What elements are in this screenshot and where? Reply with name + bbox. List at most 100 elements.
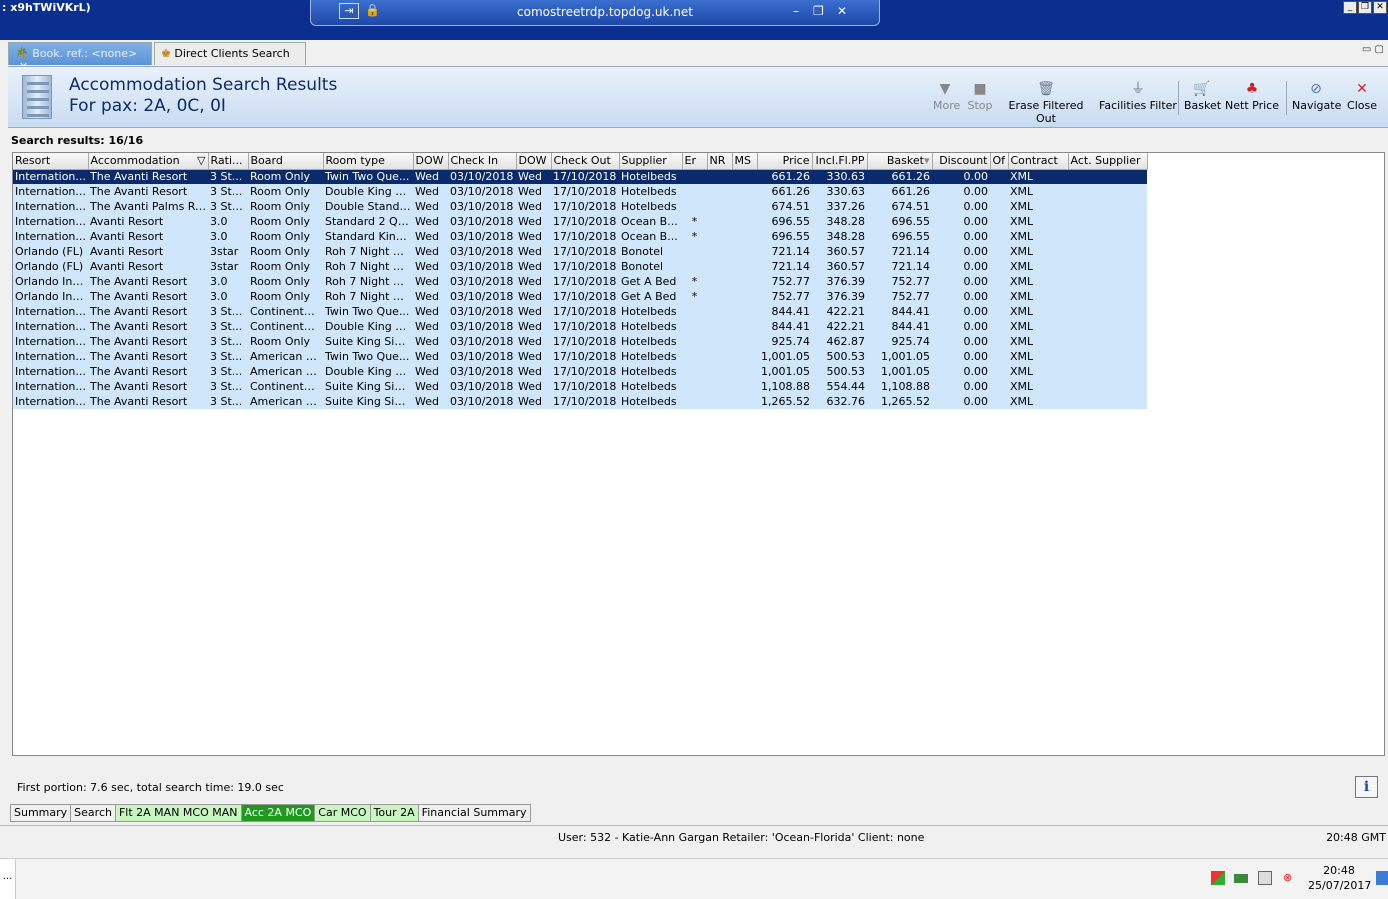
basket-button[interactable]: 🛒 Basket xyxy=(1184,81,1222,112)
rdp-restore-icon[interactable]: ❐ xyxy=(813,4,824,18)
table-cell xyxy=(707,304,732,319)
column-header[interactable]: Of xyxy=(990,153,1009,170)
column-header[interactable]: NR xyxy=(707,153,733,170)
table-cell: 462.87 xyxy=(812,334,867,349)
table-cell xyxy=(732,364,757,379)
tab-direct-clients-search[interactable]: ♚ Direct Clients Search xyxy=(154,42,306,65)
stop-label: Stop xyxy=(967,99,993,112)
table-cell xyxy=(732,379,757,394)
rdp-close-icon[interactable]: ✕ xyxy=(837,4,847,18)
app-tray-icon[interactable] xyxy=(1211,871,1225,885)
column-header[interactable]: DOW xyxy=(413,153,449,170)
volume-muted-icon[interactable]: ⊗ xyxy=(1283,871,1297,885)
table-cell: Roh 7 Night Mi... xyxy=(323,259,413,274)
table-cell: XML xyxy=(1008,379,1068,394)
table-row[interactable]: Internation... The Avanti Palms Re... 3 St… xyxy=(13,199,1147,214)
column-header[interactable]: Rati... xyxy=(208,153,249,170)
facilities-label: Facilities Filter xyxy=(1099,99,1177,112)
bottom-tab[interactable]: Car MCO xyxy=(314,804,371,822)
bottom-tab[interactable]: Flt 2A MAN MCO MAN xyxy=(114,804,242,822)
column-header[interactable]: Check In xyxy=(448,153,517,170)
tab-window-controls[interactable]: ▭ ▢ xyxy=(1362,44,1384,55)
table-row[interactable]: Internation... Avanti Resort 3.0 Room Only S… xyxy=(13,214,1147,229)
window-restore-icon[interactable]: ❐ xyxy=(1358,1,1372,14)
navigate-button[interactable]: ⊘ Navigate xyxy=(1292,81,1341,112)
column-header[interactable]: Room type xyxy=(323,153,414,170)
more-button[interactable]: ▼ More xyxy=(933,81,960,112)
people-icon: ♚ xyxy=(161,47,171,60)
table-cell: The Avanti Resort xyxy=(88,334,208,349)
table-cell: The Avanti Resort xyxy=(88,169,208,184)
table-row[interactable]: Internation... Avanti Resort 3.0 Room Only S… xyxy=(13,229,1147,244)
nett-price-button[interactable]: ♣ Nett Price xyxy=(1224,81,1280,112)
basket-label: Basket xyxy=(1184,99,1222,112)
basket-icon: 🛒 xyxy=(1193,81,1211,97)
erase-filtered-out-button[interactable]: 🗑 Erase Filtered Out xyxy=(1000,81,1092,125)
bottom-tab[interactable]: Financial Summary xyxy=(417,804,531,822)
table-cell: 721.14 xyxy=(867,259,932,274)
taskbar-clock[interactable]: 20:48 25/07/2017 xyxy=(1308,863,1371,893)
table-cell xyxy=(707,394,732,409)
column-filter-icon[interactable]: ▽ xyxy=(197,154,205,167)
column-header[interactable]: Basket▾ xyxy=(867,153,933,170)
column-header[interactable]: Contract xyxy=(1008,153,1069,170)
table-row[interactable]: Orlando Int... The Avanti Resort 3.0 Room O… xyxy=(13,274,1147,289)
column-header[interactable]: MS xyxy=(732,153,758,170)
column-header[interactable]: Er xyxy=(682,153,708,170)
table-cell: 3 St... xyxy=(208,349,248,364)
table-row[interactable]: Orlando Int... The Avanti Resort 3.0 Room O… xyxy=(13,289,1147,304)
facilities-filter-button[interactable]: ⏚ Facilities Filter xyxy=(1098,81,1178,112)
show-desktop-icon[interactable] xyxy=(1376,871,1388,885)
table-row[interactable]: Internation... The Avanti Resort 3 St... Co… xyxy=(13,379,1147,394)
table-row[interactable]: Internation... The Avanti Resort 3 St... Co… xyxy=(13,304,1147,319)
device-tray-icon[interactable] xyxy=(1258,871,1272,885)
window-close-icon[interactable]: ✕ xyxy=(1373,1,1387,14)
table-row[interactable]: Internation... The Avanti Resort 3 St... Am… xyxy=(13,394,1147,409)
table-cell: The Avanti Resort xyxy=(88,289,208,304)
table-cell: Internation... xyxy=(13,334,88,349)
rdp-minimize-icon[interactable]: – xyxy=(793,4,799,18)
table-cell: Room Only xyxy=(248,169,323,184)
column-header[interactable]: Supplier xyxy=(619,153,683,170)
column-header[interactable]: DOW xyxy=(516,153,552,170)
table-row[interactable]: Internation... The Avanti Resort 3 St... Am… xyxy=(13,364,1147,379)
table-cell xyxy=(732,319,757,334)
stop-button[interactable]: ■ Stop xyxy=(967,81,993,112)
column-header[interactable]: Board xyxy=(248,153,324,170)
table-row[interactable]: Internation... The Avanti Resort 3 St... Ro… xyxy=(13,169,1147,184)
network-tray-icon[interactable] xyxy=(1234,874,1248,883)
table-cell: 03/10/2018 xyxy=(448,379,516,394)
bottom-tab[interactable]: Summary xyxy=(10,804,72,822)
window-minimize-icon[interactable]: _ xyxy=(1343,1,1357,14)
bottom-tab[interactable]: Tour 2A xyxy=(369,804,419,822)
table-cell: XML xyxy=(1008,274,1068,289)
results-grid: Resort Accommodation ▽ Rati... Board Room typ… xyxy=(12,152,1385,756)
bottom-tab[interactable]: Search xyxy=(70,804,116,822)
info-button[interactable]: i xyxy=(1355,776,1378,798)
table-cell: Wed xyxy=(516,214,551,229)
column-header[interactable]: Act. Supplier xyxy=(1068,153,1148,170)
column-header[interactable]: Discount xyxy=(932,153,991,170)
table-cell: Avanti Resort xyxy=(88,259,208,274)
start-button[interactable]: ... xyxy=(0,859,16,899)
tab-booking[interactable]: 🌴 Book. ref.: <none> ✕ xyxy=(8,42,152,73)
table-cell: Internation... xyxy=(13,229,88,244)
table-cell: 3 Stars xyxy=(208,199,248,214)
column-header[interactable]: Price xyxy=(757,153,813,170)
column-header[interactable]: Accommodation ▽ xyxy=(88,153,209,170)
bottom-tab[interactable]: Acc 2A MCO xyxy=(240,804,316,822)
table-row[interactable]: Internation... The Avanti Resort 3 St... Ro… xyxy=(13,184,1147,199)
table-cell: 752.77 xyxy=(867,274,932,289)
pin-icon[interactable]: ⇥ xyxy=(339,3,359,19)
table-cell: Internation... xyxy=(13,199,88,214)
close-button[interactable]: ✕ Close xyxy=(1346,81,1378,112)
table-row[interactable]: Orlando (FL) Avanti Resort 3star Room Only R… xyxy=(13,259,1147,274)
table-cell: * xyxy=(682,229,707,244)
table-row[interactable]: Internation... The Avanti Resort 3 St... Am… xyxy=(13,349,1147,364)
column-header[interactable]: Check Out xyxy=(551,153,620,170)
column-header[interactable]: Resort xyxy=(13,153,89,170)
table-row[interactable]: Internation... The Avanti Resort 3 St... Co… xyxy=(13,319,1147,334)
table-row[interactable]: Internation... The Avanti Resort 3 St... Ro… xyxy=(13,334,1147,349)
column-header[interactable]: Incl.Fl.PP xyxy=(812,153,868,170)
table-row[interactable]: Orlando (FL) Avanti Resort 3star Room Only R… xyxy=(13,244,1147,259)
